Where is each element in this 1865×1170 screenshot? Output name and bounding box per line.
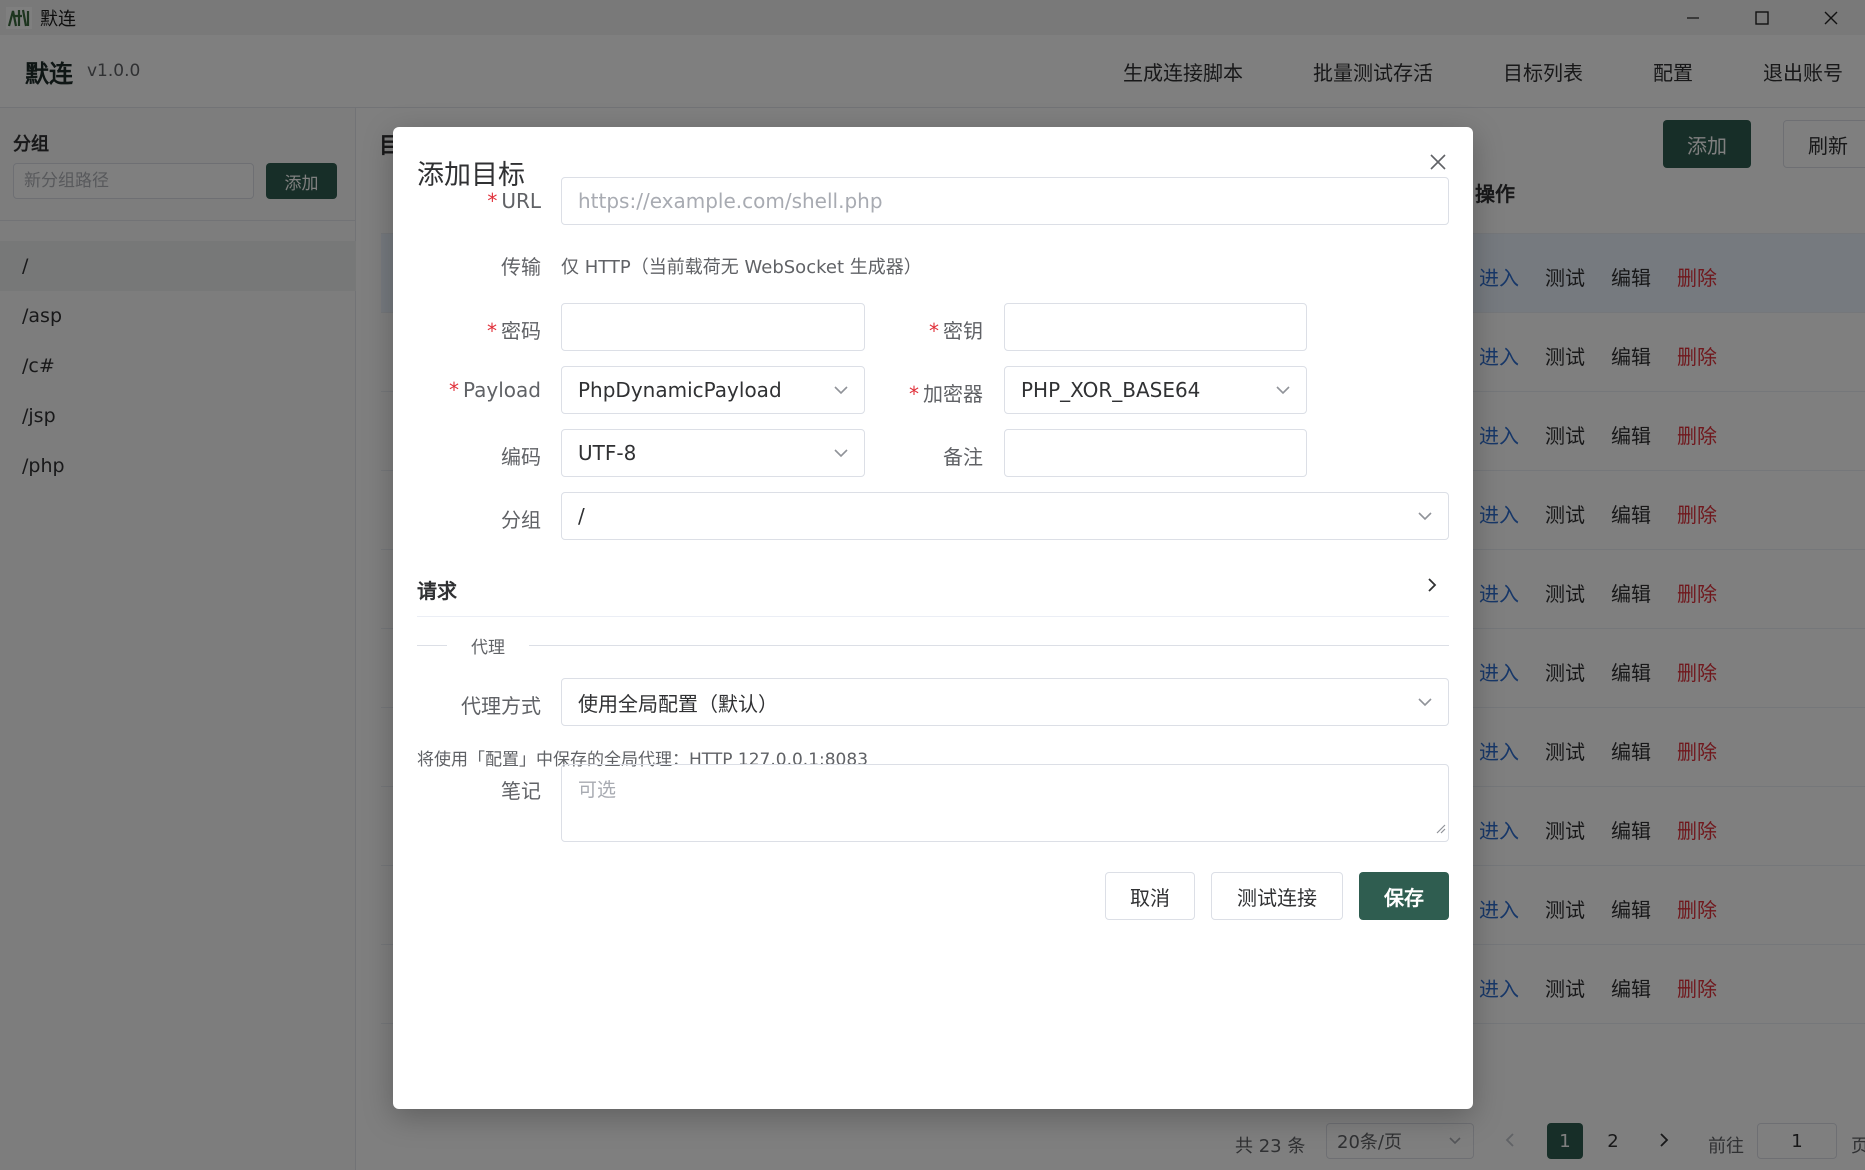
notes-placeholder: 可选 xyxy=(578,779,617,801)
remark-input[interactable] xyxy=(1004,429,1307,477)
chevron-down-icon xyxy=(832,379,850,403)
transport-label: 传输 xyxy=(501,255,541,279)
dialog-title: 添加目标 xyxy=(417,160,525,191)
close-icon[interactable] xyxy=(1425,149,1451,175)
key-label: * 密钥 xyxy=(929,319,983,343)
encryptor-label: * 加密器 xyxy=(909,382,983,406)
key-input[interactable] xyxy=(1004,303,1307,351)
encryptor-value: PHP_XOR_BASE64 xyxy=(1021,378,1201,402)
notes-label: 笔记 xyxy=(501,779,541,803)
encoding-label: 编码 xyxy=(501,445,541,469)
request-section-title: 请求 xyxy=(417,579,457,603)
chevron-down-icon xyxy=(1416,691,1434,715)
encryptor-select[interactable]: PHP_XOR_BASE64 xyxy=(1004,366,1307,414)
save-button[interactable]: 保存 xyxy=(1359,872,1449,920)
test-connection-button[interactable]: 测试连接 xyxy=(1211,872,1343,920)
add-target-dialog: 添加目标 * URL https://example.com/shell.php … xyxy=(393,127,1473,1109)
payload-select[interactable]: PhpDynamicPayload xyxy=(561,366,865,414)
encoding-value: UTF-8 xyxy=(578,441,637,465)
url-placeholder: https://example.com/shell.php xyxy=(578,189,883,213)
payload-label: * Payload xyxy=(449,378,541,402)
resize-grip-icon[interactable] xyxy=(1434,817,1446,839)
notes-textarea[interactable]: 可选 xyxy=(561,764,1449,842)
password-input[interactable] xyxy=(561,303,865,351)
url-label: * URL xyxy=(487,189,541,213)
group-select[interactable]: / xyxy=(561,492,1449,540)
transport-value: 仅 HTTP（当前载荷无 WebSocket 生成器） xyxy=(561,257,922,278)
url-input[interactable]: https://example.com/shell.php xyxy=(561,177,1449,225)
cancel-button[interactable]: 取消 xyxy=(1105,872,1195,920)
proxy-mode-label: 代理方式 xyxy=(461,694,541,718)
proxy-mode-select[interactable]: 使用全局配置（默认） xyxy=(561,678,1449,726)
group-label: 分组 xyxy=(501,508,541,532)
password-label: * 密码 xyxy=(487,319,541,343)
group-value: / xyxy=(578,504,585,528)
proxy-mode-value: 使用全局配置（默认） xyxy=(578,691,778,716)
encoding-select[interactable]: UTF-8 xyxy=(561,429,865,477)
chevron-down-icon xyxy=(1274,379,1292,403)
chevron-down-icon xyxy=(1416,505,1434,529)
payload-value: PhpDynamicPayload xyxy=(578,378,782,402)
chevron-down-icon xyxy=(832,442,850,466)
chevron-right-icon xyxy=(1425,575,1439,600)
proxy-divider xyxy=(417,645,1449,646)
request-section-toggle[interactable]: 请求 xyxy=(417,557,1449,617)
proxy-divider-label: 代理 xyxy=(447,633,529,658)
remark-label: 备注 xyxy=(943,445,983,469)
